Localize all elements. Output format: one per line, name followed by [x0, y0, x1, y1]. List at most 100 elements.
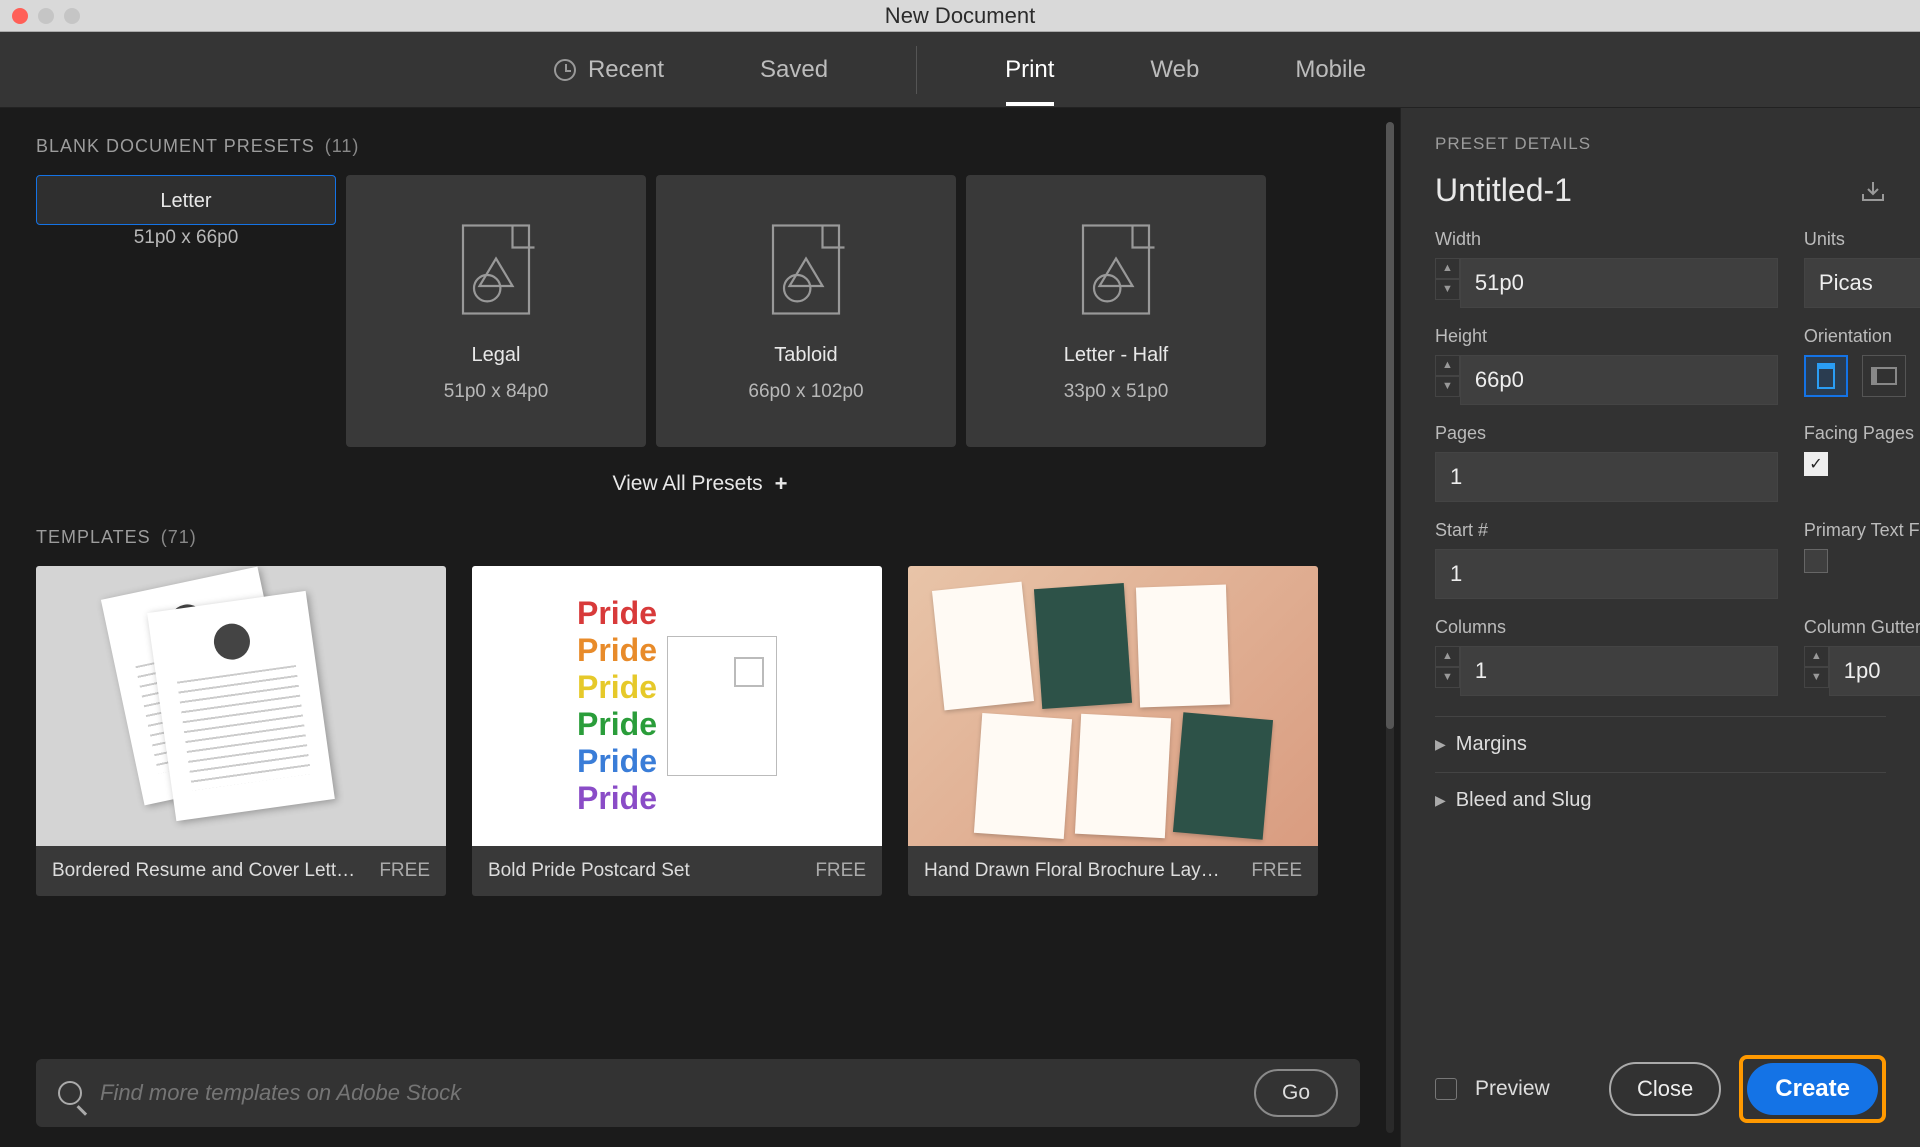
- section-count: (71): [161, 527, 197, 548]
- height-input[interactable]: [1460, 355, 1778, 405]
- preset-legal[interactable]: Legal 51p0 x 84p0: [346, 175, 646, 447]
- tab-print[interactable]: Print: [997, 34, 1062, 106]
- window-controls: [12, 8, 80, 24]
- template-price: FREE: [815, 860, 866, 882]
- columns-label: Columns: [1435, 617, 1778, 638]
- go-button[interactable]: Go: [1254, 1069, 1338, 1117]
- preset-tabloid[interactable]: Tabloid 66p0 x 102p0: [656, 175, 956, 447]
- start-number-label: Start #: [1435, 520, 1778, 541]
- template-thumbnail: [36, 566, 446, 846]
- template-card[interactable]: PridePridePride PridePridePride Bold Pri…: [472, 566, 882, 896]
- create-highlight: Create: [1739, 1055, 1886, 1123]
- section-count: (11): [325, 136, 360, 157]
- tab-web[interactable]: Web: [1142, 34, 1207, 106]
- template-price: FREE: [379, 860, 430, 882]
- zoom-window-icon[interactable]: [64, 8, 80, 24]
- view-all-presets-button[interactable]: View All Presets +: [36, 471, 1364, 497]
- width-input[interactable]: [1460, 258, 1778, 308]
- page-icon: [756, 220, 856, 330]
- template-name: Hand Drawn Floral Brochure Lay…: [924, 860, 1220, 882]
- start-number-input[interactable]: [1435, 549, 1778, 599]
- tab-label: Recent: [588, 56, 664, 84]
- save-preset-icon[interactable]: [1860, 180, 1886, 202]
- preset-dimensions: 51p0 x 84p0: [444, 381, 549, 403]
- presets-section-header: BLANK DOCUMENT PRESETS (11): [36, 136, 1364, 157]
- page-icon: [446, 220, 546, 330]
- stock-search-bar: Go: [36, 1059, 1360, 1127]
- width-label: Width: [1435, 229, 1778, 250]
- stock-search-input[interactable]: [100, 1080, 1236, 1106]
- height-label: Height: [1435, 326, 1778, 347]
- close-window-icon[interactable]: [12, 8, 28, 24]
- tab-label: Mobile: [1295, 56, 1366, 84]
- template-thumbnail: [908, 566, 1318, 846]
- template-card[interactable]: Bordered Resume and Cover Lett… FREE: [36, 566, 446, 896]
- facing-pages-checkbox[interactable]: ✓: [1804, 452, 1828, 476]
- stepper-up-icon[interactable]: ▲: [1804, 646, 1829, 667]
- accordion-label: Bleed and Slug: [1456, 789, 1592, 812]
- preset-name: Letter - Half: [1064, 344, 1168, 367]
- preset-name: Letter: [160, 190, 211, 213]
- template-card[interactable]: Hand Drawn Floral Brochure Lay… FREE: [908, 566, 1318, 896]
- minimize-window-icon[interactable]: [38, 8, 54, 24]
- preset-details-panel: PRESET DETAILS Untitled-1 Width ▲▼ Units…: [1400, 108, 1920, 1147]
- units-label: Units: [1804, 229, 1920, 250]
- stepper-down-icon[interactable]: ▼: [1435, 279, 1460, 300]
- document-name-input[interactable]: Untitled-1: [1435, 172, 1572, 209]
- preset-dimensions: 51p0 x 66p0: [134, 227, 239, 249]
- tab-label: Saved: [760, 56, 828, 84]
- tab-saved[interactable]: Saved: [752, 34, 836, 106]
- stepper-down-icon[interactable]: ▼: [1435, 376, 1460, 397]
- template-price: FREE: [1251, 860, 1302, 882]
- units-select[interactable]: Picas ▼: [1804, 258, 1920, 308]
- template-name: Bordered Resume and Cover Lett…: [52, 860, 355, 882]
- stepper-down-icon[interactable]: ▼: [1804, 667, 1829, 688]
- pages-input[interactable]: [1435, 452, 1778, 502]
- tab-label: Web: [1150, 56, 1199, 84]
- titlebar: New Document: [0, 0, 1920, 32]
- template-name: Bold Pride Postcard Set: [488, 860, 690, 882]
- presets-panel: BLANK DOCUMENT PRESETS (11) Letter 51p0 …: [0, 108, 1400, 1147]
- preview-label: Preview: [1475, 1077, 1591, 1101]
- bleed-slug-accordion[interactable]: ▶ Bleed and Slug: [1435, 772, 1886, 828]
- pages-label: Pages: [1435, 423, 1778, 444]
- stepper-up-icon[interactable]: ▲: [1435, 355, 1460, 376]
- preview-checkbox[interactable]: [1435, 1078, 1457, 1100]
- window-title: New Document: [885, 3, 1035, 29]
- scrollbar[interactable]: [1386, 122, 1394, 1133]
- tab-recent[interactable]: Recent: [546, 34, 672, 106]
- plus-icon: +: [775, 471, 788, 497]
- preset-letter[interactable]: Letter 51p0 x 66p0: [36, 175, 336, 225]
- tab-mobile[interactable]: Mobile: [1287, 34, 1374, 106]
- preset-letter-half[interactable]: Letter - Half 33p0 x 51p0: [966, 175, 1266, 447]
- landscape-icon: [1871, 367, 1897, 385]
- close-button[interactable]: Close: [1609, 1062, 1721, 1116]
- preset-dimensions: 66p0 x 102p0: [748, 381, 863, 403]
- orientation-portrait-button[interactable]: [1804, 355, 1848, 397]
- scroll-thumb[interactable]: [1386, 122, 1394, 729]
- section-title: TEMPLATES: [36, 527, 151, 548]
- preset-dimensions: 33p0 x 51p0: [1064, 381, 1169, 403]
- margins-accordion[interactable]: ▶ Margins: [1435, 716, 1886, 772]
- details-header: PRESET DETAILS: [1435, 134, 1886, 154]
- view-all-label: View All Presets: [612, 472, 762, 496]
- stepper-up-icon[interactable]: ▲: [1435, 258, 1460, 279]
- orientation-landscape-button[interactable]: [1862, 355, 1906, 397]
- columns-input[interactable]: [1460, 646, 1778, 696]
- clock-icon: [554, 59, 576, 81]
- accordion-label: Margins: [1456, 733, 1527, 756]
- create-button[interactable]: Create: [1747, 1063, 1878, 1115]
- primary-text-frame-checkbox[interactable]: [1804, 549, 1828, 573]
- units-value: Picas: [1819, 270, 1873, 296]
- column-gutter-input[interactable]: [1829, 646, 1920, 696]
- stepper-up-icon[interactable]: ▲: [1435, 646, 1460, 667]
- facing-pages-label: Facing Pages: [1804, 423, 1920, 444]
- preset-name: Tabloid: [774, 344, 837, 367]
- page-icon: [1066, 220, 1166, 330]
- orientation-label: Orientation: [1804, 326, 1920, 347]
- column-gutter-label: Column Gutter: [1804, 617, 1920, 638]
- tab-label: Print: [1005, 56, 1054, 84]
- category-tabs: Recent Saved Print Web Mobile: [0, 32, 1920, 108]
- stepper-down-icon[interactable]: ▼: [1435, 667, 1460, 688]
- primary-text-frame-label: Primary Text Frame: [1804, 520, 1920, 541]
